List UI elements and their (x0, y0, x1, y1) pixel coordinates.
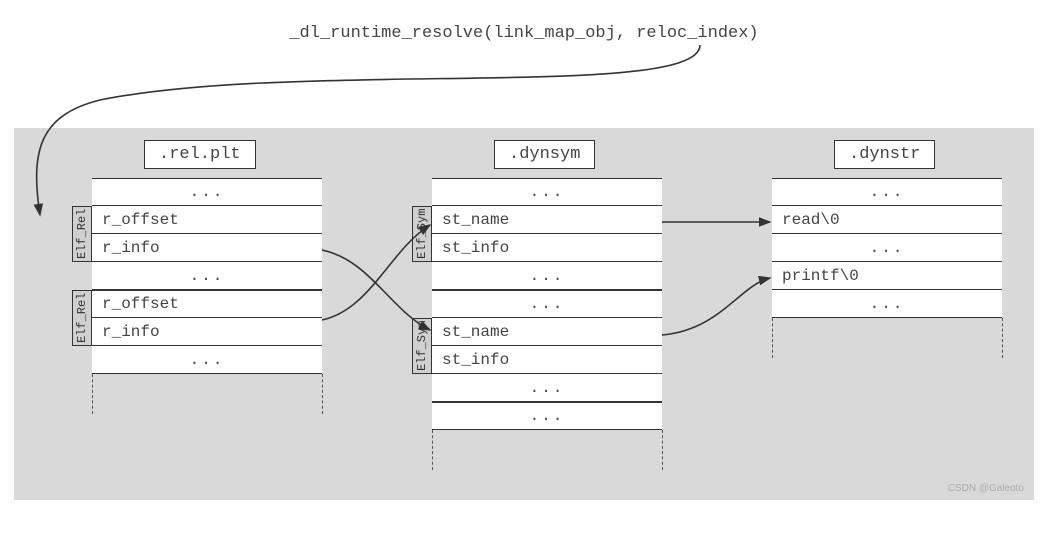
dash-line (662, 430, 663, 470)
table-row: ... (772, 178, 1002, 206)
elf-sym-tag-1: Elf_Sym (412, 206, 432, 262)
table-row: ... (432, 290, 662, 318)
dynstr-title: .dynstr (834, 140, 935, 169)
dash-line (432, 430, 433, 470)
watermark: CSDN @Galeoto (948, 483, 1024, 494)
table-row: ... (432, 178, 662, 206)
dash-line (322, 374, 323, 414)
table-row: r_offset (92, 290, 322, 318)
relplt-title: .rel.plt (144, 140, 256, 169)
table-row: r_info (92, 318, 322, 346)
elf-rel-tag-1: Elf_Rel (72, 206, 92, 262)
dynsym-table-3: ... (432, 402, 662, 430)
function-call-title: _dl_runtime_resolve(link_map_obj, reloc_… (289, 24, 758, 43)
table-row: ... (432, 262, 662, 290)
elf-sym-tag-2: Elf_Sym (412, 318, 432, 374)
dash-line (772, 318, 773, 358)
table-row: r_offset (92, 206, 322, 234)
dynsym-title: .dynsym (494, 140, 595, 169)
dynstr-table: ... read\0 ... printf\0 ... (772, 178, 1002, 318)
table-row: ... (92, 346, 322, 374)
dash-line (1002, 318, 1003, 358)
table-row: st_name (432, 318, 662, 346)
table-row: ... (772, 290, 1002, 318)
table-row: r_info (92, 234, 322, 262)
table-row: ... (432, 402, 662, 430)
relplt-table-1: ... r_offset r_info ... (92, 178, 322, 290)
table-row: ... (92, 262, 322, 290)
table-row: st_name (432, 206, 662, 234)
dynsym-table-1: ... st_name st_info ... (432, 178, 662, 290)
elf-rel-tag-2: Elf_Rel (72, 290, 92, 346)
table-row: read\0 (772, 206, 1002, 234)
table-row: printf\0 (772, 262, 1002, 290)
table-row: ... (92, 178, 322, 206)
dash-line (92, 374, 93, 414)
dynsym-table-2: ... st_name st_info ... (432, 290, 662, 402)
relplt-table-2: r_offset r_info ... (92, 290, 322, 374)
table-row: st_info (432, 346, 662, 374)
diagram-background: .rel.plt ... r_offset r_info ... Elf_Rel… (14, 128, 1034, 500)
table-row: ... (772, 234, 1002, 262)
table-row: ... (432, 374, 662, 402)
table-row: st_info (432, 234, 662, 262)
